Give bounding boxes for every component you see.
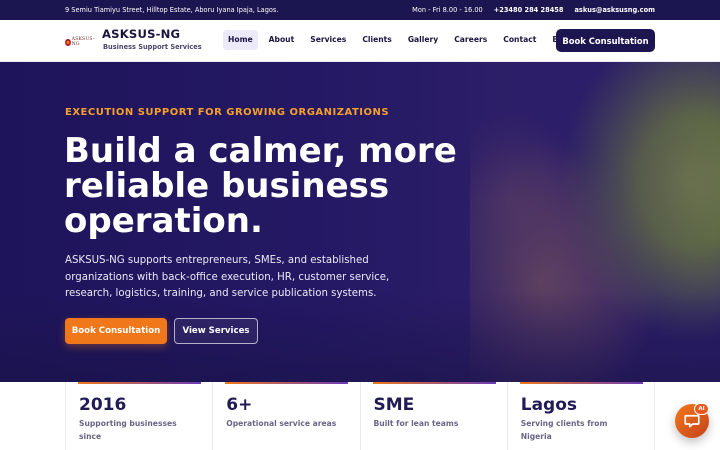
- nav-book-consultation-button[interactable]: Book Consultation: [556, 29, 655, 52]
- nav-link-careers[interactable]: Careers: [449, 30, 492, 50]
- hero-book-consultation-button[interactable]: Book Consultation: [65, 318, 167, 344]
- nav-link-about[interactable]: About: [264, 30, 300, 50]
- stat-card: 6+ Operational service areas: [213, 382, 361, 450]
- stat-label: Operational service areas: [226, 419, 337, 428]
- hero-eyebrow: EXECUTION SUPPORT FOR GROWING ORGANIZATI…: [65, 107, 390, 118]
- logo-seal-icon: [65, 38, 71, 46]
- nav-menu: Home About Services Clients Gallery Care…: [223, 30, 582, 50]
- top-contact-bar: 9 Semiu Tiamiyu Street, Hilltop Estate, …: [0, 0, 720, 20]
- nav-link-home[interactable]: Home: [223, 30, 258, 50]
- office-hours: Mon - Fri 8.00 - 16.00: [412, 6, 483, 14]
- nav-link-gallery[interactable]: Gallery: [403, 30, 443, 50]
- stat-label: Built for lean teams: [373, 419, 459, 428]
- stat-value: SME: [373, 395, 415, 415]
- stat-card: Lagos Serving clients from Nigeria: [508, 382, 655, 450]
- logo-text: ASKSUS-NG: [71, 37, 95, 47]
- stat-value: 2016: [79, 395, 127, 415]
- stat-accent-bar: [519, 382, 643, 384]
- contact-info: Mon - Fri 8.00 - 16.00 +23480 284 28458 …: [412, 6, 655, 14]
- chat-ai-badge: AI: [694, 403, 709, 415]
- stat-value: Lagos: [520, 395, 578, 415]
- brand-logo[interactable]: ASKSUS-NG: [65, 37, 97, 47]
- nav-link-contact[interactable]: Contact: [498, 30, 541, 50]
- brand-name[interactable]: ASKSUS-NG: [102, 27, 180, 41]
- address-text: 9 Semiu Tiamiyu Street, Hilltop Estate, …: [65, 6, 279, 14]
- email-link[interactable]: askus@asksusng.com: [574, 6, 655, 14]
- stat-value: 6+: [226, 395, 253, 415]
- stat-accent-bar: [372, 382, 496, 384]
- hero-description: ASKSUS-NG supports entrepreneurs, SMEs, …: [65, 255, 390, 300]
- view-services-button[interactable]: View Services: [174, 318, 258, 344]
- stat-card: 2016 Supporting businesses since: [66, 382, 214, 450]
- brand-tagline: Business Support Services: [103, 43, 202, 51]
- stats-strip: 2016 Supporting businesses since 6+ Oper…: [65, 382, 655, 450]
- nav-link-clients[interactable]: Clients: [357, 30, 397, 50]
- stat-accent-bar: [78, 382, 201, 384]
- stat-accent-bar: [225, 382, 349, 384]
- hero-headline: Build a calmer, more reliable business o…: [64, 131, 457, 241]
- nav-link-services[interactable]: Services: [305, 30, 351, 50]
- stat-card: SME Built for lean teams: [361, 382, 508, 450]
- stat-label: Supporting businesses since: [79, 419, 177, 441]
- phone-link[interactable]: +23480 284 28458: [494, 6, 564, 14]
- stat-label: Serving clients from Nigeria: [520, 419, 608, 441]
